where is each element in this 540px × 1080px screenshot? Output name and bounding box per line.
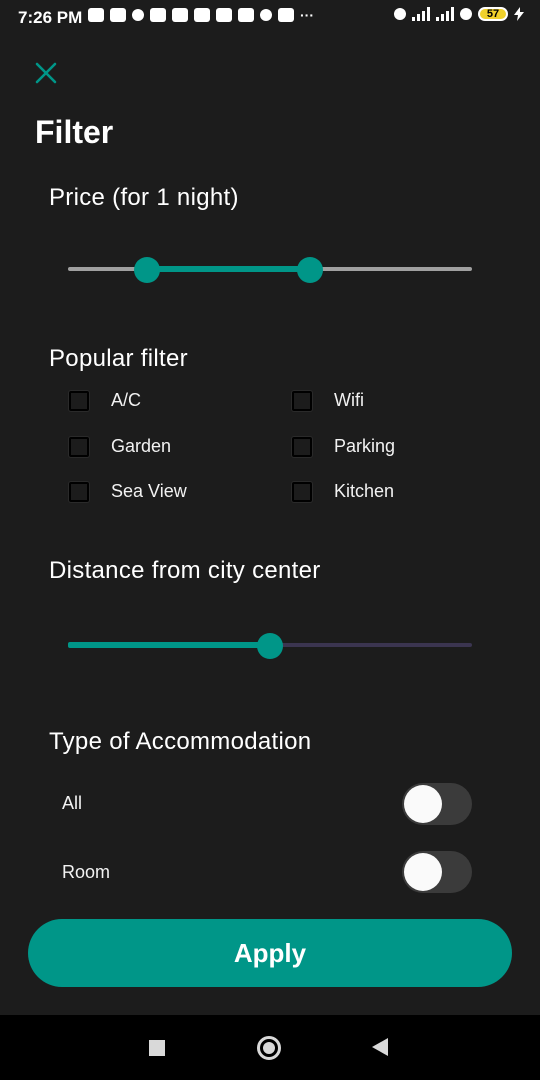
home-icon[interactable] [257, 1036, 281, 1060]
wifi-icon [460, 8, 472, 20]
youtube-icon-2 [172, 8, 188, 22]
notification-icons: ··· [88, 7, 314, 23]
checkbox-label: Parking [334, 436, 396, 456]
price-max-handle[interactable] [297, 257, 324, 283]
checkbox-ac[interactable]: A/C [69, 390, 141, 411]
telegram-icon [238, 8, 254, 22]
close-button[interactable] [30, 57, 62, 89]
distance-slider-active-range [68, 642, 270, 648]
alarm-off-icon [394, 8, 406, 20]
youtube-icon [150, 8, 166, 22]
checkbox-box[interactable] [69, 436, 89, 457]
checkbox-box[interactable] [69, 390, 89, 411]
price-range-slider[interactable] [68, 257, 472, 283]
popular-filter-title: Popular filter [49, 345, 188, 372]
checkbox-garden[interactable]: Garden [69, 436, 171, 457]
checkbox-label: Garden [111, 436, 172, 456]
toggle-knob[interactable] [404, 785, 442, 823]
accommodation-section-title: Type of Accommodation [49, 728, 312, 755]
whatsapp-icon [260, 9, 272, 21]
charging-icon [514, 7, 524, 21]
signal-icon-2 [436, 7, 454, 21]
price-slider-active-range [146, 266, 311, 272]
gmail-icon [194, 8, 210, 22]
distance-handle[interactable] [257, 633, 283, 659]
youtube-icon-3 [278, 8, 294, 22]
checkbox-label: Wifi [334, 390, 364, 410]
wifi-small-icon [132, 9, 144, 21]
app-y-icon [110, 8, 126, 22]
more-notifications-icon: ··· [300, 7, 314, 23]
price-section-title: Price (for 1 night) [49, 184, 239, 211]
checkbox-box[interactable] [292, 481, 312, 502]
checkbox-box[interactable] [69, 481, 89, 502]
checkbox-kitchen[interactable]: Kitchen [292, 481, 394, 502]
status-bar: 7:26 PM ··· 57 [0, 0, 540, 34]
system-icons: 57 [394, 7, 524, 21]
toggle-all[interactable] [402, 783, 472, 825]
checkbox-label: Kitchen [334, 481, 395, 501]
battery-level: 57 [486, 8, 500, 20]
checkbox-parking[interactable]: Parking [292, 436, 395, 457]
page-title: Filter [35, 114, 114, 150]
status-time: 7:26 PM [18, 8, 83, 27]
checkbox-box[interactable] [292, 390, 312, 411]
checkbox-sea-view[interactable]: Sea View [69, 481, 187, 502]
toggle-knob[interactable] [404, 853, 442, 891]
apply-button-label: Apply [233, 937, 307, 968]
back-icon[interactable] [372, 1038, 388, 1056]
system-navigation-bar [0, 1015, 540, 1080]
apply-button[interactable]: Apply [28, 919, 512, 987]
checkbox-wifi[interactable]: Wifi [292, 390, 364, 411]
checkbox-label: A/C [111, 390, 142, 410]
toggle-label-room: Room [62, 862, 111, 882]
price-min-handle[interactable] [133, 257, 160, 283]
toggle-room[interactable] [402, 851, 472, 893]
distance-section-title: Distance from city center [49, 557, 321, 584]
recent-apps-icon[interactable] [149, 1040, 165, 1056]
distance-slider[interactable] [68, 633, 472, 659]
signal-icon [412, 7, 430, 21]
checkbox-label: Sea View [111, 481, 187, 501]
checkbox-box[interactable] [292, 436, 312, 457]
battery-icon: 57 [478, 7, 508, 21]
toggle-label-all: All [62, 793, 83, 813]
close-icon [35, 62, 57, 84]
paytm-icon [216, 8, 232, 22]
usb-icon [88, 8, 104, 22]
